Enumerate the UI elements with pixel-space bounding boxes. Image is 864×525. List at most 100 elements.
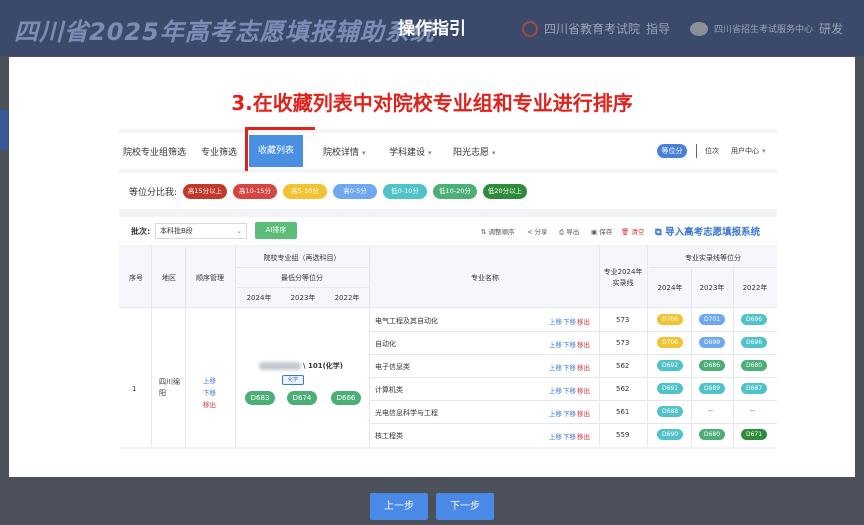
user-center-menu[interactable]: 用户中心 ▾ bbox=[731, 146, 766, 156]
share-button[interactable]: ≺ 分享 bbox=[527, 226, 548, 236]
major-move-down[interactable]: 下移 bbox=[563, 385, 576, 395]
min-rank-2022: D666 bbox=[331, 391, 361, 405]
major-move-down[interactable]: 下移 bbox=[563, 362, 576, 372]
nav-item-major-filter[interactable]: 专业筛选 bbox=[201, 145, 237, 158]
rank-mode-option[interactable]: 位次 bbox=[705, 146, 719, 156]
col-major-rank: 专业实录线等位分 bbox=[685, 254, 741, 262]
major-rank-badge: D692 bbox=[657, 360, 683, 371]
ratio-pill: 低10-20分 bbox=[433, 184, 477, 199]
nav-item-discipline[interactable]: 学科建设 ▾ bbox=[389, 145, 432, 158]
ratio-pill: 高15分以上 bbox=[183, 184, 227, 199]
guide-panel: 3.在收藏列表中对院校专业组和专业进行排序 院校专业组筛选 专业筛选 收藏列表 … bbox=[9, 57, 855, 477]
group-move-up[interactable]: 上移 bbox=[203, 375, 216, 385]
col-region: 地区 bbox=[162, 274, 176, 282]
major-move-down[interactable]: 下移 bbox=[563, 339, 576, 349]
major-remove[interactable]: 移出 bbox=[577, 408, 590, 418]
ratio-label: 等位分比我: bbox=[129, 188, 178, 198]
export-button[interactable]: ⎙ 导出 bbox=[559, 226, 579, 237]
major-name: 计算机类 bbox=[375, 386, 403, 394]
major-remove[interactable]: 移出 bbox=[577, 385, 590, 395]
chevron-down-icon: ▾ bbox=[428, 149, 432, 157]
save-button[interactable]: ▣ 保存 bbox=[591, 226, 612, 236]
col-min-rank: 最低分等位分 bbox=[281, 274, 323, 282]
major-move-up[interactable]: 上移 bbox=[549, 385, 562, 395]
col-group: 院校专业组（再选科目） bbox=[263, 254, 341, 262]
col-order: 顺序管理 bbox=[196, 274, 224, 282]
major-rank-badge: D680 bbox=[741, 360, 767, 371]
step-heading: 3.在收藏列表中对院校专业组和专业进行排序 bbox=[231, 91, 633, 115]
major-rank-badge: D706 bbox=[657, 337, 683, 348]
major-remove[interactable]: 移出 bbox=[577, 431, 590, 441]
subject-tag: 化学 bbox=[282, 375, 304, 385]
major-move-down[interactable]: 下移 bbox=[563, 316, 576, 326]
chevron-down-icon: ▾ bbox=[762, 147, 766, 155]
nav-item-sunshine[interactable]: 阳光志愿 ▾ bbox=[453, 145, 496, 158]
major-rank-badge: D706 bbox=[657, 314, 683, 325]
divider bbox=[696, 144, 697, 158]
batch-label: 批次: bbox=[131, 227, 151, 236]
major-rank-badge: D688 bbox=[657, 406, 683, 417]
highlight-frame bbox=[245, 127, 315, 169]
adjust-order-button[interactable]: ⇅ 调整顺序 bbox=[481, 226, 515, 236]
major-line: 562 bbox=[616, 385, 630, 393]
major-move-up[interactable]: 上移 bbox=[549, 316, 562, 326]
major-move-up[interactable]: 上移 bbox=[549, 431, 562, 441]
major-move-up[interactable]: 上移 bbox=[549, 339, 562, 349]
col-2022: 2022年 bbox=[334, 294, 360, 302]
col-mr-2023: 2023年 bbox=[699, 284, 725, 292]
major-name: 光电信息科学与工程 bbox=[375, 409, 438, 417]
modal-title: 操作指引 bbox=[398, 19, 466, 39]
col-mr-2024: 2024年 bbox=[657, 284, 683, 292]
import-system-link[interactable]: ⧉ 导入高考志愿填报系统 bbox=[655, 224, 760, 238]
major-move-down[interactable]: 下移 bbox=[563, 408, 576, 418]
major-move-up[interactable]: 上移 bbox=[549, 408, 562, 418]
major-rank-empty: -- bbox=[708, 407, 714, 415]
chevron-down-icon: ▾ bbox=[492, 149, 496, 157]
nav-item-school-detail[interactable]: 院校详情 ▾ bbox=[323, 145, 366, 158]
row-seq: 1 bbox=[132, 385, 137, 393]
chevron-down-icon: ⌄ bbox=[236, 227, 242, 235]
next-step-button[interactable]: 下一步 bbox=[436, 493, 494, 520]
major-rank-badge: D696 bbox=[741, 337, 767, 348]
major-remove[interactable]: 移出 bbox=[577, 339, 590, 349]
col-major: 专业名称 bbox=[471, 274, 499, 282]
rank-ratio-legend: 等位分比我: 高15分以上 高10-15分 高5-10分 高0-5分 低0-10分 低10… bbox=[119, 173, 777, 209]
major-line: 573 bbox=[616, 339, 630, 347]
clear-button[interactable]: 🗑 清空 bbox=[621, 226, 644, 236]
ai-sort-button[interactable]: AI排序 bbox=[255, 222, 297, 239]
major-name: 核工程类 bbox=[375, 432, 403, 440]
col-2024: 2024年 bbox=[246, 294, 272, 302]
major-rank-badge: D687 bbox=[741, 383, 767, 394]
row-region: 四川绵阳 bbox=[159, 378, 180, 397]
list-toolbar: 批次: 本科批B段 ⌄ AI排序 ⇅ 调整顺序 ≺ 分享 ⎙ 导出 ▣ 保存 🗑… bbox=[119, 217, 777, 245]
ratio-pill: 高10-15分 bbox=[233, 184, 277, 199]
major-rank-empty: -- bbox=[750, 407, 756, 415]
major-line: 573 bbox=[616, 316, 630, 324]
batch-select[interactable]: 本科批B段 ⌄ bbox=[155, 223, 247, 239]
major-name: 自动化 bbox=[375, 340, 396, 348]
col-major-line: 专业2024年实录线 bbox=[603, 268, 643, 287]
major-rank-badge: D686 bbox=[699, 360, 725, 371]
major-move-up[interactable]: 上移 bbox=[549, 362, 562, 372]
rank-mode-toggle[interactable]: 等位分 bbox=[657, 144, 687, 158]
major-rank-badge: D691 bbox=[657, 383, 683, 394]
top-nav: 院校专业组筛选 专业筛选 收藏列表 院校详情 ▾ 学科建设 ▾ 阳光志愿 ▾ 等位分 … bbox=[119, 133, 777, 169]
min-rank-2023: D674 bbox=[287, 391, 317, 405]
major-name: 电气工程及其自动化 bbox=[375, 317, 438, 325]
group-remove[interactable]: 移出 bbox=[203, 399, 216, 409]
major-move-down[interactable]: 下移 bbox=[563, 431, 576, 441]
major-rank-badge: D689 bbox=[699, 383, 725, 394]
col-mr-2022: 2022年 bbox=[742, 284, 768, 292]
prev-step-button[interactable]: 上一步 bbox=[370, 493, 428, 520]
group-move-down[interactable]: 下移 bbox=[203, 387, 216, 397]
major-line: 559 bbox=[616, 431, 630, 439]
group-code: \ 101(化学) bbox=[303, 362, 344, 370]
ratio-pill: 低0-10分 bbox=[383, 184, 427, 199]
nav-item-group-filter[interactable]: 院校专业组筛选 bbox=[123, 145, 186, 158]
ratio-pill: 低20分以上 bbox=[483, 184, 527, 199]
guide-screenshot: 院校专业组筛选 专业筛选 收藏列表 院校详情 ▾ 学科建设 ▾ 阳光志愿 ▾ 等位分 … bbox=[119, 127, 777, 449]
major-remove[interactable]: 移出 bbox=[577, 362, 590, 372]
major-remove[interactable]: 移出 bbox=[577, 316, 590, 326]
batch-value: 本科批B段 bbox=[160, 227, 193, 235]
school-name-redacted bbox=[259, 362, 301, 370]
